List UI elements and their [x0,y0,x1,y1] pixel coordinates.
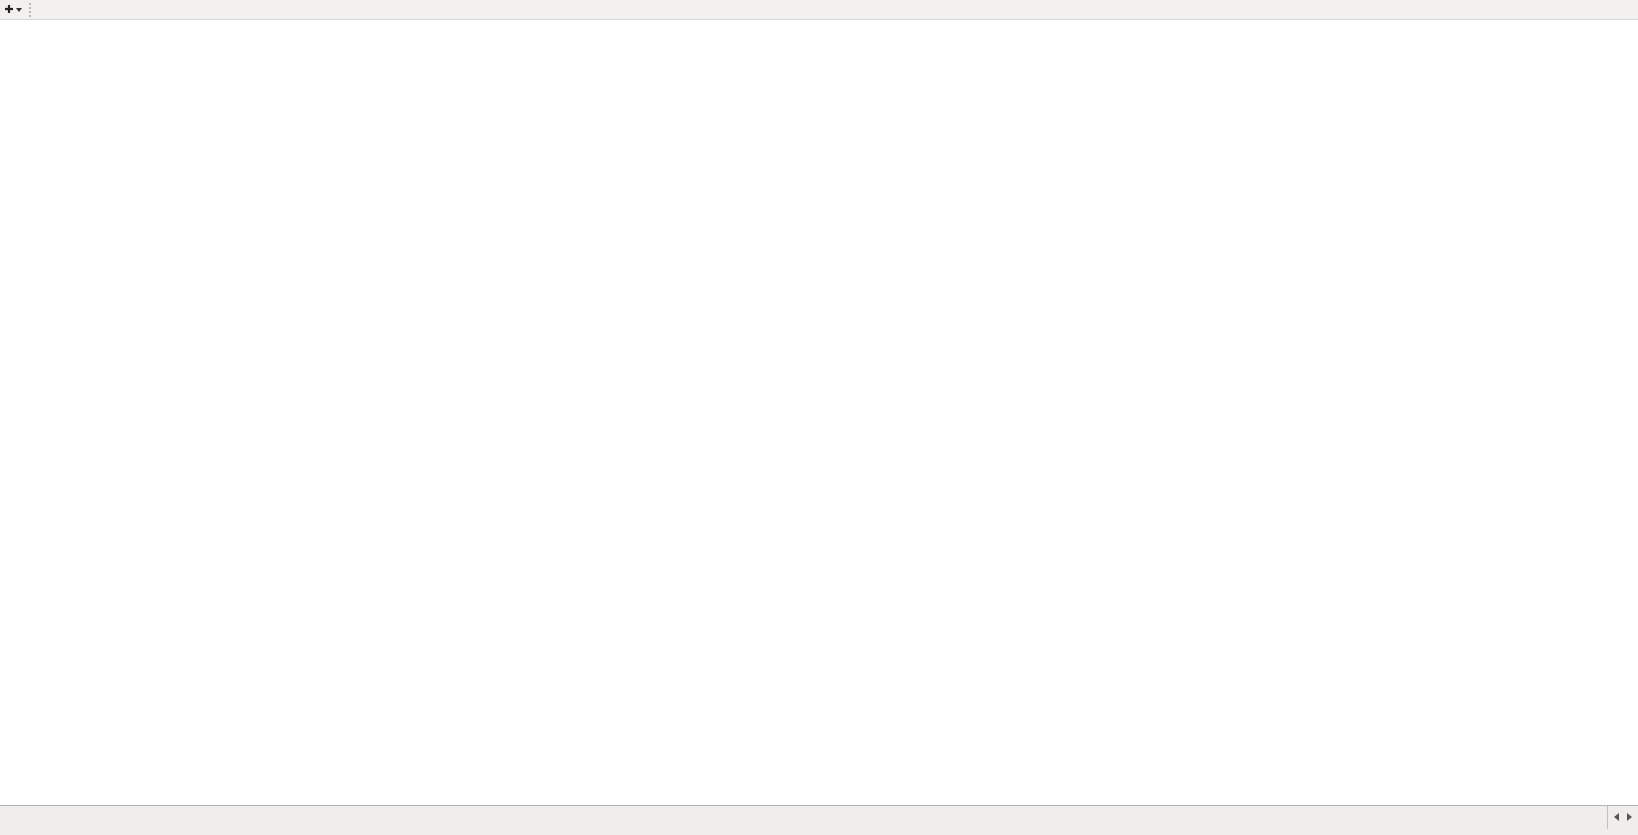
trading-platform-window: ✚ [0,0,1638,835]
chart-canvas[interactable] [0,20,1638,805]
toolbar-grip [29,2,36,17]
cursor-crosshair-icon: ✚ [4,4,14,16]
tab-scroll-controls [1607,805,1638,829]
chart-tab-bar [0,805,1638,829]
bottom-strip [0,829,1638,835]
cursor-tool-button[interactable]: ✚ [0,1,26,19]
tabs-scroll-left-icon[interactable] [1614,813,1619,821]
caret-down-icon [15,7,22,12]
tabs-scroll-right-icon[interactable] [1627,813,1632,821]
chart-tabs [0,805,1607,829]
timeframe-toolbar: ✚ [0,0,1638,20]
